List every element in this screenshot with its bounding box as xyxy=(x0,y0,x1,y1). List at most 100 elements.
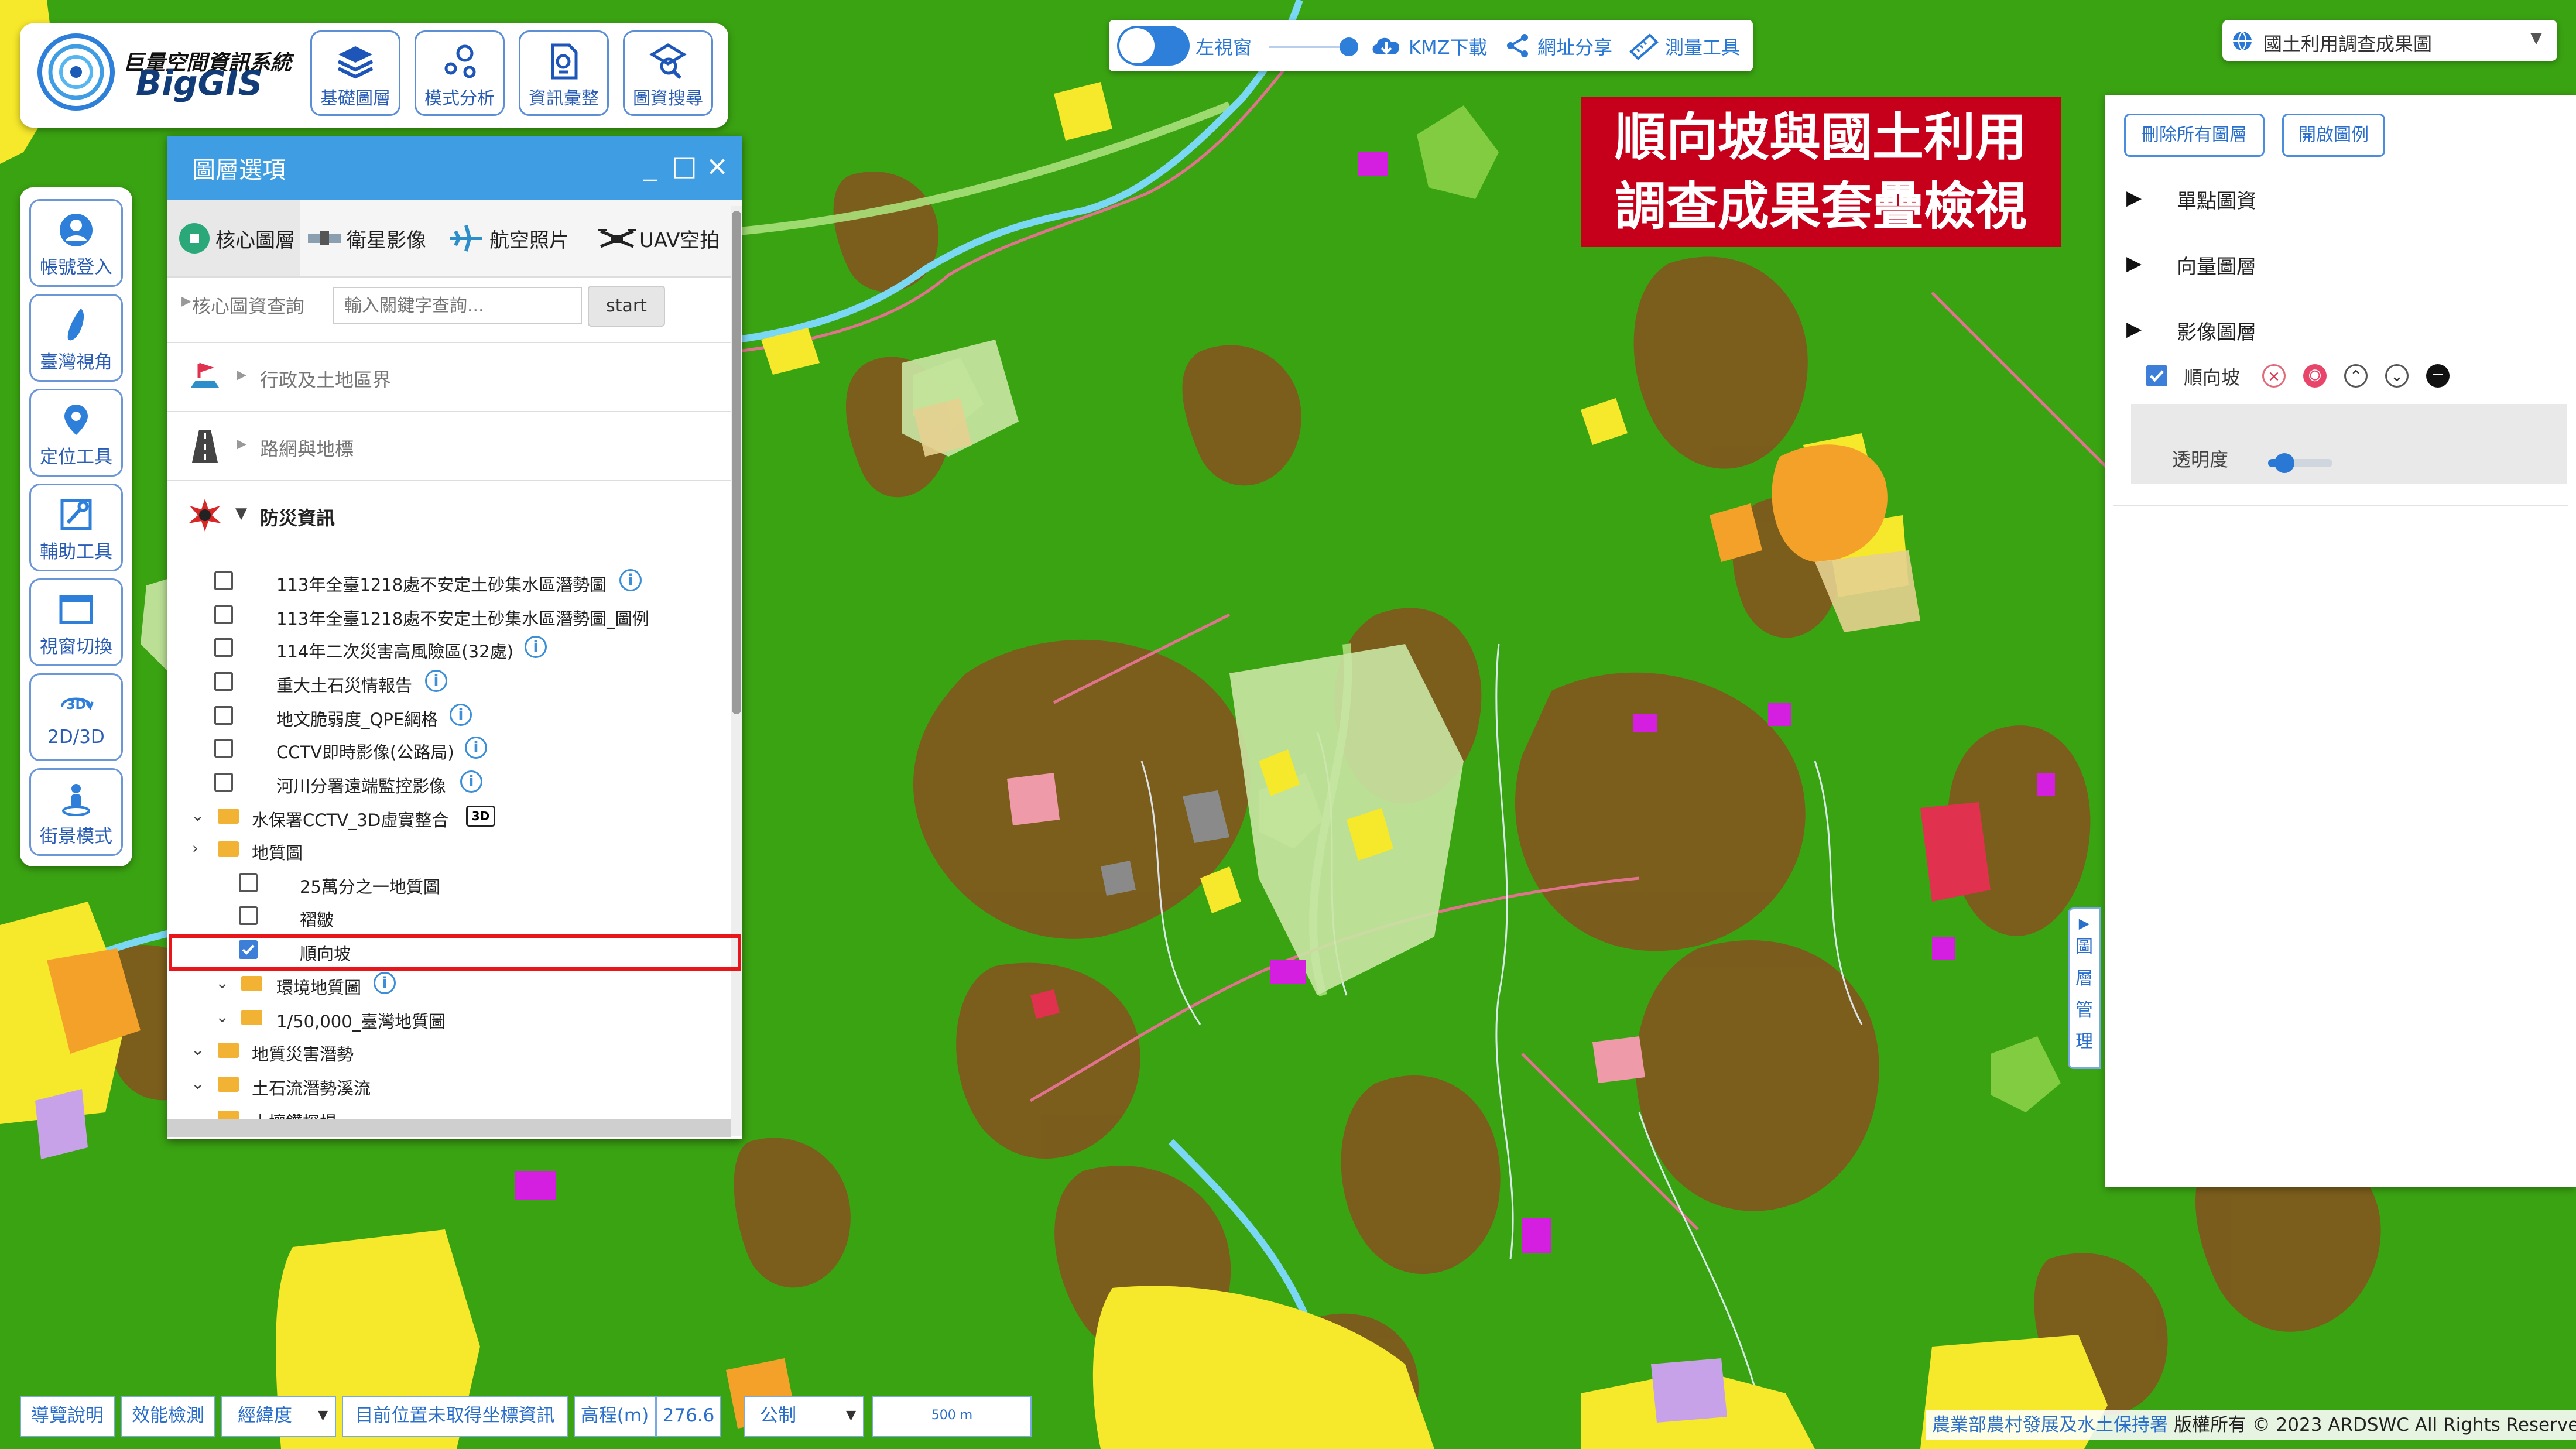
analysis-icon xyxy=(444,44,476,78)
expand-arrow-icon: ▶ xyxy=(2078,915,2090,931)
coord-format-select[interactable]: 經緯度 ▼ xyxy=(221,1396,336,1437)
unit-select[interactable]: 公制 ▼ xyxy=(744,1396,864,1437)
folder-icon xyxy=(218,841,239,857)
layers-icon xyxy=(337,46,374,79)
remove-all-layers-button[interactable]: 刪除所有圖層 xyxy=(2124,114,2265,157)
folder-env-geology[interactable]: ⌄ 環境地質圖 i xyxy=(167,967,729,1000)
move-up-icon[interactable]: ⌃ xyxy=(2344,364,2368,388)
window-switch-button[interactable]: 視窗切換 xyxy=(29,578,123,666)
category-road-landmark[interactable]: ▶ 路網與地標 xyxy=(167,412,742,481)
measure-tool-button[interactable]: 測量工具 xyxy=(1665,33,1740,60)
info-icon[interactable]: i xyxy=(465,737,487,759)
split-slider-track[interactable] xyxy=(1269,46,1345,48)
2d-3d-toggle-button[interactable]: 3D 2D/3D xyxy=(29,673,123,761)
opacity-slider-track[interactable] xyxy=(2268,453,2332,473)
split-slider-handle[interactable] xyxy=(1340,37,1358,56)
folder-geology[interactable]: › 地質圖 xyxy=(167,833,729,865)
layer-row[interactable]: 重大土石災情報告 i xyxy=(167,665,729,698)
layer-checkbox[interactable] xyxy=(214,672,233,691)
account-login-button[interactable]: 帳號登入 xyxy=(29,199,123,287)
performance-check-button[interactable]: 效能檢測 xyxy=(121,1396,215,1437)
close-button[interactable]: × xyxy=(703,150,732,181)
category-disaster-info[interactable]: ▼ 防災資訊 xyxy=(167,481,742,549)
kmz-download-button[interactable]: KMZ下載 xyxy=(1409,33,1488,60)
active-layer-checkbox[interactable] xyxy=(2146,365,2167,386)
layer-management-tab[interactable]: ▶ 圖 層 管 理 xyxy=(2068,907,2101,1069)
core-search-label: 核心圖資查詢 xyxy=(192,295,305,317)
panel-scroll-thumb[interactable] xyxy=(732,211,741,714)
collapse-layer-icon[interactable]: − xyxy=(2426,364,2450,388)
layer-row[interactable]: 113年全臺1218處不安定土砂集水區潛勢圖 i xyxy=(167,564,729,597)
category-admin-boundary[interactable]: ▶ 行政及土地區界 xyxy=(167,343,742,412)
info-icon[interactable]: i xyxy=(374,972,396,994)
layer-checkbox[interactable] xyxy=(214,739,233,758)
layer-row[interactable]: 褶皺 xyxy=(167,899,729,932)
guide-button[interactable]: 導覽說明 xyxy=(20,1396,115,1437)
layer-row[interactable]: 114年二次災害高風險區(32處) i xyxy=(167,631,729,664)
model-analysis-button[interactable]: 模式分析 xyxy=(415,30,505,116)
layer-checkbox[interactable] xyxy=(214,605,233,624)
maximize-button[interactable]: □ xyxy=(670,150,699,181)
elevation-value: 276.6 xyxy=(656,1396,721,1437)
folder-taiwan-geology[interactable]: ⌄ 1/50,000_臺灣地質圖 xyxy=(167,1001,729,1034)
side-tab-char: 層 xyxy=(2075,968,2093,989)
layer-checkbox[interactable] xyxy=(214,638,233,657)
layer-checkbox[interactable] xyxy=(214,773,233,792)
category-vector-layers[interactable]: 向量圖層 xyxy=(2177,251,2256,279)
aux-tools-button[interactable]: 輔助工具 xyxy=(29,484,123,571)
folder-geo-hazard[interactable]: ⌄ 地質災害潛勢 xyxy=(167,1034,729,1067)
layer-row[interactable]: 河川分署遠端監控影像 i xyxy=(167,766,729,799)
info-icon[interactable]: i xyxy=(460,770,482,793)
move-down-icon[interactable]: ⌄ xyxy=(2385,364,2409,388)
remove-layer-icon[interactable]: × xyxy=(2262,364,2286,388)
3d-icon: 3D xyxy=(61,697,94,712)
layer-row[interactable]: 25萬分之一地質圖 xyxy=(167,866,729,899)
opacity-slider-handle[interactable] xyxy=(2274,453,2294,473)
tab-core-layers[interactable]: 核心圖層 xyxy=(167,200,300,276)
info-icon[interactable]: i xyxy=(450,704,472,726)
tab-satellite[interactable]: 衛星影像 xyxy=(306,200,440,276)
layer-checkbox[interactable] xyxy=(239,873,258,892)
locate-tool-button[interactable]: 定位工具 xyxy=(29,389,123,477)
toggle-knob[interactable] xyxy=(1119,28,1155,63)
open-legend-button[interactable]: 開啟圖例 xyxy=(2282,114,2385,157)
folder-icon xyxy=(218,1043,239,1058)
folder-soil-drill[interactable]: ⌄ 土壤鑽探場 xyxy=(167,1102,729,1119)
layer-row[interactable]: 地文脆弱度_QPE網格 i xyxy=(167,699,729,732)
basic-layers-button[interactable]: 基礎圖層 xyxy=(310,30,400,116)
copyright-org-link[interactable]: 農業部農村發展及水土保持署 xyxy=(1932,1414,2168,1436)
tab-aerial[interactable]: 航空照片 xyxy=(446,200,592,276)
folder-debris-flow[interactable]: ⌄ 土石流潛勢溪流 xyxy=(167,1068,729,1101)
taiwan-view-button[interactable]: 臺灣視角 xyxy=(29,294,123,382)
minimize-button[interactable]: _ xyxy=(636,150,665,181)
category-image-layers[interactable]: 影像圖層 xyxy=(2177,316,2256,345)
info-icon[interactable]: i xyxy=(525,636,547,658)
opacity-label: 透明度 xyxy=(2172,448,2229,471)
info-summary-button[interactable]: 資訊彙整 xyxy=(519,30,609,116)
street-view-button[interactable]: 街景模式 xyxy=(29,768,123,856)
panel-horizontal-scrollbar[interactable] xyxy=(167,1119,731,1137)
info-icon[interactable]: i xyxy=(425,670,447,692)
window-switch-label: 視窗切換 xyxy=(40,636,112,657)
info-icon[interactable]: i xyxy=(619,569,642,591)
tab-uav-label: UAV空拍 xyxy=(639,228,720,252)
layer-checkbox[interactable] xyxy=(214,706,233,725)
share-icon xyxy=(1507,34,1528,57)
3d-badge: 3D xyxy=(466,806,495,827)
search-start-button[interactable]: start xyxy=(588,286,665,327)
map-search-button[interactable]: 圖資搜尋 xyxy=(623,30,713,116)
layer-row[interactable]: CCTV即時影像(公路局) i xyxy=(167,732,729,765)
locate-layer-icon[interactable]: ◉ xyxy=(2303,364,2327,388)
cloud-download-icon xyxy=(1372,37,1400,54)
overlay-title-line1: 順向坡與國土利用 xyxy=(1614,107,2027,167)
core-search-input[interactable] xyxy=(333,287,582,324)
layer-row[interactable]: 113年全臺1218處不安定土砂集水區潛勢圖_圖例 xyxy=(167,598,729,631)
layer-checkbox[interactable] xyxy=(214,571,233,590)
folder-cctv-3d[interactable]: ⌄ 水保署CCTV_3D虛實整合 3D xyxy=(167,800,729,833)
tab-uav[interactable]: UAV空拍 xyxy=(598,200,742,276)
layer-checkbox[interactable] xyxy=(239,906,258,925)
road-icon xyxy=(192,430,218,463)
chevron-down-icon: ⌄ xyxy=(191,806,205,825)
category-point-data[interactable]: 單點圖資 xyxy=(2177,185,2256,214)
share-url-button[interactable]: 網址分享 xyxy=(1537,33,1612,60)
